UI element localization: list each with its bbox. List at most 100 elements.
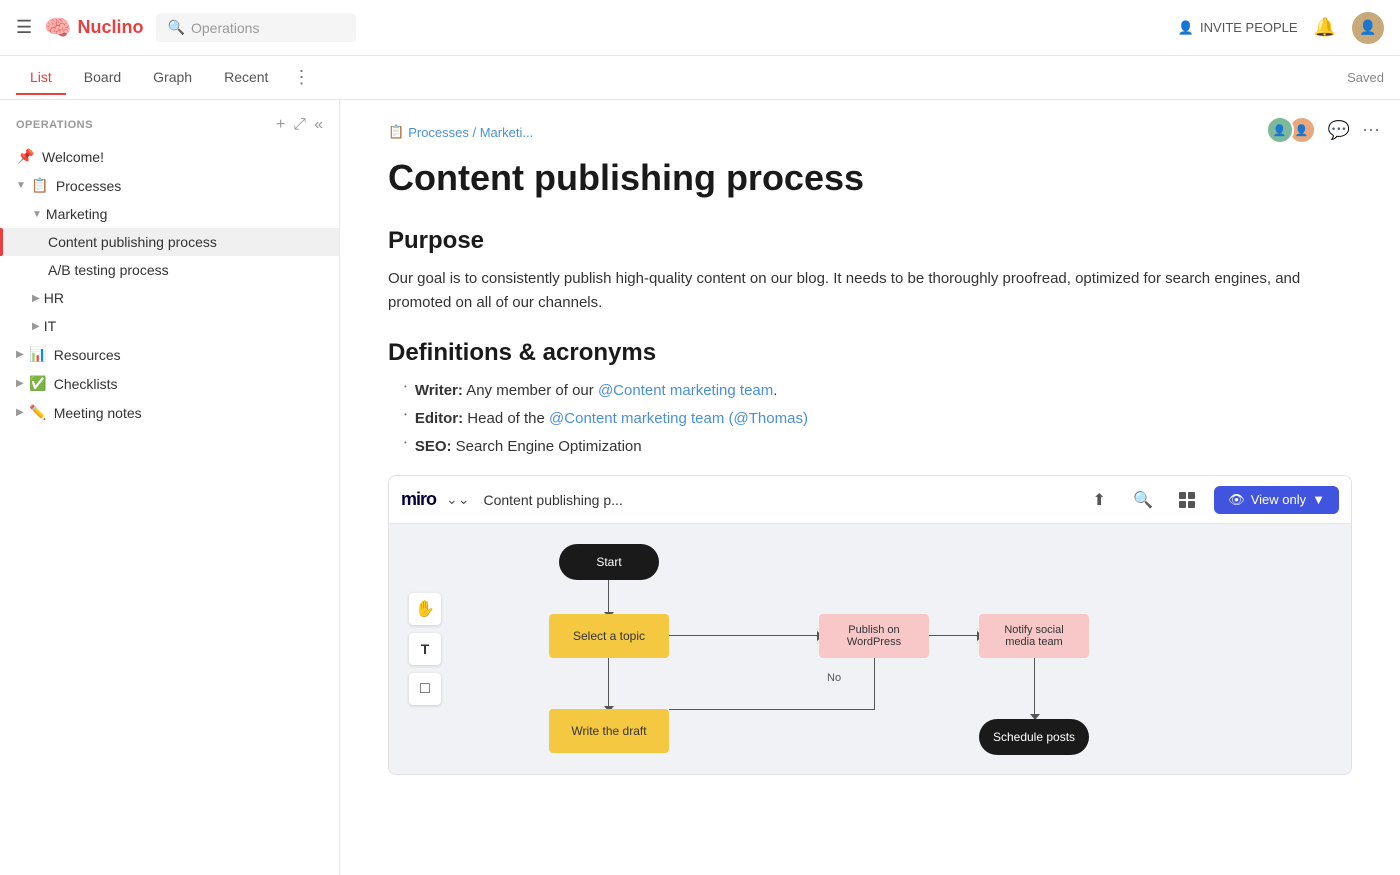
sticky-note-tool-button[interactable]: □: [409, 673, 441, 705]
sidebar-item-content-publishing[interactable]: Content publishing process: [0, 228, 339, 256]
sidebar-item-content-publishing-label: Content publishing process: [48, 234, 307, 250]
sidebar-item-welcome-label: Welcome!: [42, 149, 307, 165]
sidebar-item-resources-label: Resources: [54, 347, 307, 363]
flowchart-publish-node: Publish onWordPress: [819, 614, 929, 658]
sidebar: OPERATIONS + ⤢ « 📌 Welcome! ▼ 📋 Processe…: [0, 100, 340, 875]
miro-expand-icon[interactable]: ⌄⌄: [446, 491, 469, 508]
sidebar-item-resources[interactable]: ▶ 📊 Resources: [0, 340, 339, 369]
checklists-chevron-icon: ▶: [16, 378, 24, 389]
tab-recent[interactable]: Recent: [210, 61, 282, 95]
meeting-notes-chevron-icon: ▶: [16, 407, 24, 418]
breadcrumb: 📋 Processes / Marketi...: [388, 124, 1352, 140]
tab-list[interactable]: List: [16, 61, 66, 95]
checklists-icon: ✅: [28, 375, 48, 392]
sidebar-item-checklists-label: Checklists: [54, 376, 307, 392]
view-only-label: View only: [1251, 492, 1306, 507]
miro-board-title: Content publishing p...: [483, 492, 1072, 508]
text-tool-button[interactable]: T: [409, 633, 441, 665]
definition-seo: • SEO: Search Engine Optimization: [404, 435, 1352, 459]
sidebar-item-checklists[interactable]: ▶ ✅ Checklists: [0, 369, 339, 398]
main-layout: OPERATIONS + ⤢ « 📌 Welcome! ▼ 📋 Processe…: [0, 100, 1400, 875]
tab-graph[interactable]: Graph: [139, 61, 206, 95]
collaborators-avatar-group: 👤 👤: [1266, 116, 1316, 144]
notification-bell-icon[interactable]: 🔔: [1314, 17, 1336, 38]
navbar-left: ☰ 🧠 Nuclino 🔍 Operations: [16, 13, 1166, 42]
saved-status: Saved: [1347, 70, 1384, 85]
sidebar-item-meeting-notes[interactable]: ▶ ✏️ Meeting notes: [0, 398, 339, 427]
sidebar-item-ab-testing[interactable]: A/B testing process: [0, 256, 339, 284]
purpose-text: Our goal is to consistently publish high…: [388, 267, 1352, 315]
sidebar-item-marketing-label: Marketing: [46, 206, 307, 222]
view-only-button[interactable]: 👁 View only ▼: [1214, 486, 1339, 514]
arrow-start-to-select: [608, 580, 609, 614]
writer-team-link[interactable]: @Content marketing team: [598, 382, 773, 399]
search-icon: 🔍: [168, 19, 185, 36]
flowchart-notify-node: Notify socialmedia team: [979, 614, 1089, 658]
sidebar-item-marketing[interactable]: ▼ Marketing: [0, 200, 339, 228]
flowchart-select-topic-node: Select a topic: [549, 614, 669, 658]
logo-area[interactable]: 🧠 Nuclino: [44, 15, 143, 41]
editor-term: Editor:: [415, 410, 463, 427]
content-area: 👤 👤 💬 ⋯ 📋 Processes / Marketi... Content…: [340, 100, 1400, 875]
flowchart-no-label: No: [827, 672, 841, 684]
eye-icon: 👁: [1228, 492, 1245, 508]
user-avatar[interactable]: 👤: [1352, 12, 1384, 44]
bullet-dot-1: •: [404, 381, 407, 394]
sidebar-item-it-label: IT: [44, 318, 307, 334]
sidebar-item-welcome[interactable]: 📌 Welcome!: [0, 142, 339, 171]
sidebar-item-meeting-notes-label: Meeting notes: [54, 405, 307, 421]
thomas-link[interactable]: (@Thomas): [729, 410, 808, 427]
hr-chevron-icon: ▶: [32, 293, 40, 304]
flowchart-schedule-node: Schedule posts: [979, 719, 1089, 755]
miro-toolbar: miro ⌄⌄ Content publishing p... ⬆ 🔍: [389, 476, 1351, 524]
processes-chevron-icon: ▼: [16, 180, 26, 191]
purpose-heading: Purpose: [388, 227, 1352, 255]
tab-more-button[interactable]: ⋮: [286, 59, 316, 96]
search-area[interactable]: 🔍 Operations: [156, 13, 356, 42]
sidebar-item-ab-testing-label: A/B testing process: [48, 262, 307, 278]
logo-brain-icon: 🧠: [44, 15, 71, 41]
processes-icon: 📋: [30, 177, 50, 194]
flowchart: Start Select a topic Write the draft: [469, 524, 1351, 774]
resources-icon: 📊: [28, 346, 48, 363]
invite-people-button[interactable]: 👤 INVITE PEOPLE: [1178, 20, 1298, 36]
comment-icon[interactable]: 💬: [1328, 120, 1350, 141]
miro-left-tools: ✋ T □: [409, 593, 441, 705]
view-only-chevron-icon: ▼: [1312, 492, 1325, 507]
sidebar-header: OPERATIONS + ⤢ «: [0, 112, 339, 142]
arrow-select-to-publish: [669, 635, 819, 636]
it-chevron-icon: ▶: [32, 321, 40, 332]
writer-term: Writer:: [415, 382, 463, 399]
miro-canvas: ✋ T □ Start Select a topic: [389, 524, 1351, 774]
miro-toolbar-actions: ⬆ 🔍 👁 View only ▼: [1082, 483, 1339, 517]
content-header-actions: 👤 👤 💬 ⋯: [1266, 116, 1380, 144]
arrow-select-to-write: [608, 658, 609, 708]
breadcrumb-text[interactable]: Processes / Marketi...: [408, 125, 533, 140]
miro-apps-button[interactable]: [1170, 483, 1204, 517]
sidebar-item-hr[interactable]: ▶ HR: [0, 284, 339, 312]
resources-chevron-icon: ▶: [16, 349, 24, 360]
arrow-publish-to-notify: [929, 635, 979, 636]
miro-embed: miro ⌄⌄ Content publishing p... ⬆ 🔍: [388, 475, 1352, 775]
bullet-dot-2: •: [404, 409, 407, 422]
definitions-list: • Writer: Any member of our @Content mar…: [404, 379, 1352, 459]
hand-tool-button[interactable]: ✋: [409, 593, 441, 625]
hamburger-icon[interactable]: ☰: [16, 17, 32, 38]
navbar: ☰ 🧠 Nuclino 🔍 Operations 👤 INVITE PEOPLE…: [0, 0, 1400, 56]
editor-team-link[interactable]: @Content marketing team: [549, 410, 724, 427]
collaborator-avatar-1: 👤: [1266, 116, 1294, 144]
navbar-right: 👤 INVITE PEOPLE 🔔 👤: [1178, 12, 1384, 44]
arrow-no-back: [669, 709, 875, 710]
miro-upload-button[interactable]: ⬆: [1082, 483, 1116, 517]
miro-search-button[interactable]: 🔍: [1126, 483, 1160, 517]
sidebar-item-processes[interactable]: ▼ 📋 Processes: [0, 171, 339, 200]
sidebar-collapse-button[interactable]: «: [314, 116, 323, 134]
invite-icon: 👤: [1178, 20, 1194, 36]
sidebar-expand-button[interactable]: ⤢: [293, 116, 306, 134]
sidebar-add-button[interactable]: +: [276, 116, 285, 134]
sidebar-item-it[interactable]: ▶ IT: [0, 312, 339, 340]
avatar-placeholder: 👤: [1352, 12, 1384, 44]
tab-board[interactable]: Board: [70, 61, 135, 95]
more-options-icon[interactable]: ⋯: [1362, 120, 1380, 141]
miro-logo: miro: [401, 489, 436, 510]
